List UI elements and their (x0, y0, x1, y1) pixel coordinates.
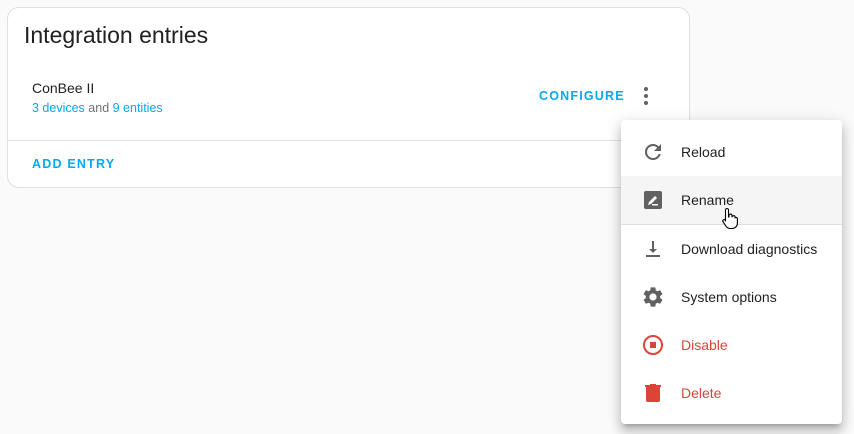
menu-item-rename[interactable]: Rename (621, 176, 842, 224)
integration-entries-card: Integration entries ConBee II 3 devices … (7, 7, 690, 188)
gear-icon (641, 285, 665, 309)
menu-item-label: Rename (681, 192, 734, 208)
menu-item-reload[interactable]: Reload (621, 128, 842, 176)
menu-item-system-options[interactable]: System options (621, 273, 842, 321)
entry-links: 3 devices and 9 entities (32, 101, 163, 115)
card-divider (8, 140, 689, 141)
rename-icon (641, 188, 665, 212)
entry-context-menu: Reload Rename Download diagnostics Syste… (621, 120, 842, 424)
entities-link[interactable]: 9 entities (113, 101, 163, 115)
menu-item-label: Delete (681, 385, 722, 401)
add-entry-button[interactable]: ADD ENTRY (22, 150, 125, 178)
overflow-menu-button[interactable] (630, 80, 662, 112)
entry-name: ConBee II (32, 80, 95, 96)
reload-icon (641, 140, 665, 164)
devices-link[interactable]: 3 devices (32, 101, 85, 115)
more-vertical-icon (644, 87, 648, 105)
card-title: Integration entries (24, 22, 209, 48)
menu-item-label: Download diagnostics (681, 241, 818, 257)
menu-item-delete[interactable]: Delete (621, 369, 842, 417)
stop-circle-icon (641, 333, 665, 357)
download-icon (641, 237, 665, 261)
and-text: and (84, 101, 113, 115)
menu-item-label: Disable (681, 337, 728, 353)
menu-item-label: Reload (681, 144, 726, 160)
trash-icon (641, 381, 665, 405)
menu-item-label: System options (681, 289, 777, 305)
menu-item-disable[interactable]: Disable (621, 321, 842, 369)
configure-button[interactable]: CONFIGURE (529, 82, 635, 110)
menu-item-download-diagnostics[interactable]: Download diagnostics (621, 225, 842, 273)
